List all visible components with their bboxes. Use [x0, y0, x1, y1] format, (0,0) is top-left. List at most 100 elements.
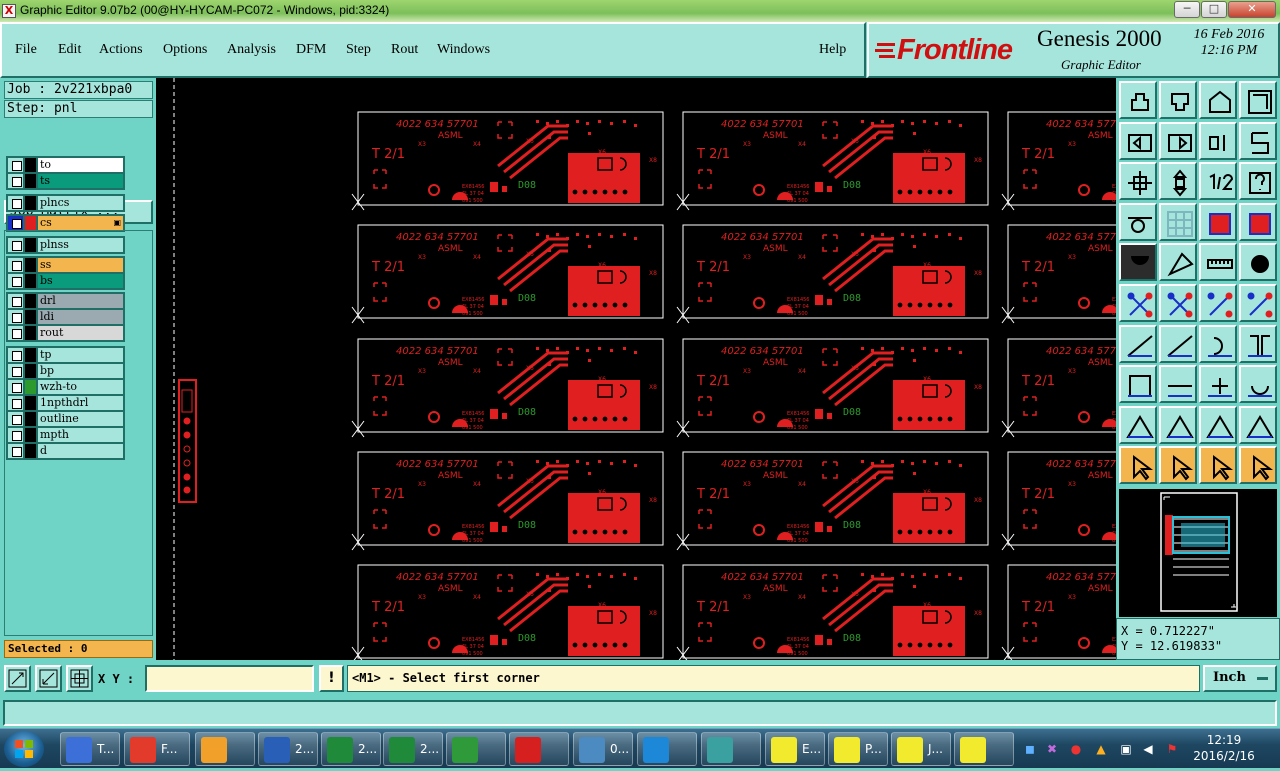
- menu-analysis[interactable]: Analysis: [227, 42, 276, 58]
- layer-row-ldi[interactable]: ldi: [7, 309, 124, 325]
- pcb-board[interactable]: 4022 634 57701ASMLT 2/1D08X3X4X5X6X8EX81…: [676, 338, 989, 438]
- taskbar-item[interactable]: 0...: [573, 732, 633, 766]
- measure-icon[interactable]: [35, 665, 62, 692]
- layer-checkbox[interactable]: [7, 157, 24, 173]
- connect2-icon[interactable]: [1239, 284, 1277, 322]
- layer-checkbox[interactable]: [7, 293, 24, 309]
- snap-up-icon[interactable]: [1119, 81, 1157, 119]
- taskbar-item[interactable]: J...: [891, 732, 951, 766]
- layer-row-rout[interactable]: rout: [7, 325, 124, 341]
- alert-icon[interactable]: !: [319, 665, 344, 692]
- layer-red2-icon[interactable]: [1239, 202, 1277, 241]
- pcb-board[interactable]: 4022 634 57701ASMLT 2/1D08X3X4X5X6X8EX81…: [1001, 338, 1116, 438]
- menu-edit[interactable]: Edit: [58, 42, 81, 58]
- line-nodes-icon[interactable]: [1119, 284, 1157, 322]
- taskbar-item[interactable]: [195, 732, 255, 766]
- grid-snap-icon[interactable]: [66, 665, 93, 692]
- taskbar-item[interactable]: P...: [828, 732, 888, 766]
- select-box-icon[interactable]: [1159, 446, 1197, 485]
- snap-down-icon[interactable]: [1159, 81, 1197, 119]
- scale-12-icon[interactable]: [1199, 162, 1237, 201]
- menu-file[interactable]: File: [15, 42, 37, 58]
- help-icon[interactable]: [1239, 162, 1277, 201]
- pcb-board[interactable]: 4022 634 57701ASMLT 2/1D08X3X4X5X6X8EX81…: [676, 451, 989, 551]
- layer-checkbox[interactable]: [7, 273, 24, 289]
- xy-input[interactable]: [145, 665, 314, 692]
- minimize-button[interactable]: ─: [1174, 1, 1200, 18]
- layer-row-bs[interactable]: bs: [7, 273, 124, 289]
- layer-row-ss[interactable]: ss: [7, 257, 124, 273]
- taskbar-item[interactable]: T...: [60, 732, 120, 766]
- taskbar-item[interactable]: [954, 732, 1014, 766]
- select-arrow-icon[interactable]: [1119, 446, 1157, 485]
- layer-row-wzh-to[interactable]: wzh-to: [7, 379, 124, 395]
- tray-app-icon[interactable]: ✖: [1044, 741, 1060, 757]
- diag-line-icon[interactable]: [1119, 324, 1157, 363]
- layer-checkbox[interactable]: [7, 195, 24, 211]
- tray-security-icon[interactable]: ●: [1068, 741, 1084, 757]
- view-tools-icon[interactable]: [1119, 202, 1157, 241]
- rect-draw-icon[interactable]: [1159, 243, 1197, 282]
- menu-rout[interactable]: Rout: [391, 42, 418, 58]
- snap-pad-icon[interactable]: [1119, 365, 1157, 404]
- triangle-c-icon[interactable]: [1239, 405, 1277, 444]
- layer-row-bp[interactable]: bp: [7, 363, 124, 379]
- layer-row-mpth[interactable]: mpth: [7, 427, 124, 443]
- taskbar-item[interactable]: [509, 732, 569, 766]
- start-button[interactable]: [4, 731, 44, 767]
- layer-red-icon[interactable]: [1199, 202, 1237, 241]
- layer-row-cs[interactable]: cs ▣: [7, 215, 124, 231]
- system-clock[interactable]: 12:19 2016/2/16: [1188, 732, 1260, 764]
- menu-windows[interactable]: Windows: [437, 42, 490, 58]
- layer-row-to[interactable]: to: [7, 157, 124, 173]
- layer-checkbox[interactable]: [7, 347, 24, 363]
- pcb-board[interactable]: 4022 634 57701ASMLT 2/1D08X3X4X5X6X8EX81…: [351, 338, 664, 438]
- pcb-board[interactable]: 4022 634 57701ASMLT 2/1D08X3X4X5X6X8EX81…: [351, 564, 664, 660]
- zero-one-icon[interactable]: [1199, 121, 1237, 160]
- tray-flag-icon[interactable]: ⚑: [1164, 741, 1180, 757]
- layer-row-tp[interactable]: tp: [7, 347, 124, 363]
- pcb-board[interactable]: 4022 634 57701ASMLT 2/1D08X3X4X5X6X8EX81…: [676, 564, 989, 660]
- unit-selector[interactable]: Inch: [1203, 665, 1277, 692]
- pcb-board[interactable]: 4022 634 57701ASMLT 2/1D08X3X4X5X6X8EX81…: [1001, 564, 1116, 660]
- layer-row-d[interactable]: d: [7, 443, 124, 459]
- pcb-board[interactable]: 4022 634 57701ASMLT 2/1D08X3X4X5X6X8EX81…: [1001, 451, 1116, 551]
- pan-right-icon[interactable]: [1159, 121, 1197, 160]
- layer-checkbox[interactable]: [7, 395, 24, 411]
- zoom-box-icon[interactable]: [4, 665, 31, 692]
- cross-nodes-icon[interactable]: [1159, 284, 1197, 322]
- layer-checkbox[interactable]: [7, 257, 24, 273]
- select-poly-icon[interactable]: [1199, 446, 1237, 485]
- pcb-board[interactable]: 4022 634 57701ASMLT 2/1D08X3X4X5X6X8EX81…: [351, 451, 664, 551]
- taskbar-item[interactable]: F...: [124, 732, 190, 766]
- layer-checkbox[interactable]: [7, 309, 24, 325]
- diag-line2-icon[interactable]: [1159, 324, 1197, 363]
- arc-icon[interactable]: [1199, 324, 1237, 363]
- triangle-b-icon[interactable]: [1199, 405, 1237, 444]
- step-icon[interactable]: [1239, 121, 1277, 160]
- taskbar-item[interactable]: E...: [765, 732, 825, 766]
- connect-icon[interactable]: [1199, 284, 1237, 322]
- tray-connection-icon[interactable]: ▣: [1118, 741, 1134, 757]
- menu-options[interactable]: Options: [163, 42, 207, 58]
- layer-row-1npthdrl[interactable]: 1npthdrl: [7, 395, 124, 411]
- tray-volume-icon[interactable]: ◀: [1140, 741, 1156, 757]
- panel-overview-map[interactable]: [1118, 488, 1278, 618]
- layer-checkbox[interactable]: [7, 237, 24, 253]
- taskbar-item[interactable]: [701, 732, 761, 766]
- home-icon[interactable]: [1199, 81, 1237, 119]
- triangle-icon[interactable]: [1119, 405, 1157, 444]
- tray-network-icon[interactable]: ◼: [1022, 741, 1038, 757]
- close-button[interactable]: ✕: [1228, 1, 1276, 18]
- pcb-board[interactable]: 4022 634 57701ASMLT 2/1D08X3X4X5X6X8EX81…: [1001, 224, 1116, 324]
- tray-warning-icon[interactable]: ▲: [1093, 741, 1109, 757]
- pcb-board[interactable]: 4022 634 57701ASMLT 2/1D08X3X4X5X6X8EX81…: [1001, 111, 1116, 211]
- menu-help[interactable]: Help: [819, 42, 846, 58]
- pcb-panel-view[interactable]: 4022 634 57701ASMLT 2/1D08X3 X4 X5X6X8EX81…: [156, 78, 1116, 660]
- layer-checkbox[interactable]: [7, 325, 24, 341]
- ruler-icon[interactable]: [1199, 243, 1237, 282]
- layer-checkbox[interactable]: [7, 411, 24, 427]
- maximize-button[interactable]: □: [1201, 1, 1227, 18]
- app-icon[interactable]: X: [2, 4, 16, 18]
- fit-window-icon[interactable]: [1239, 81, 1277, 119]
